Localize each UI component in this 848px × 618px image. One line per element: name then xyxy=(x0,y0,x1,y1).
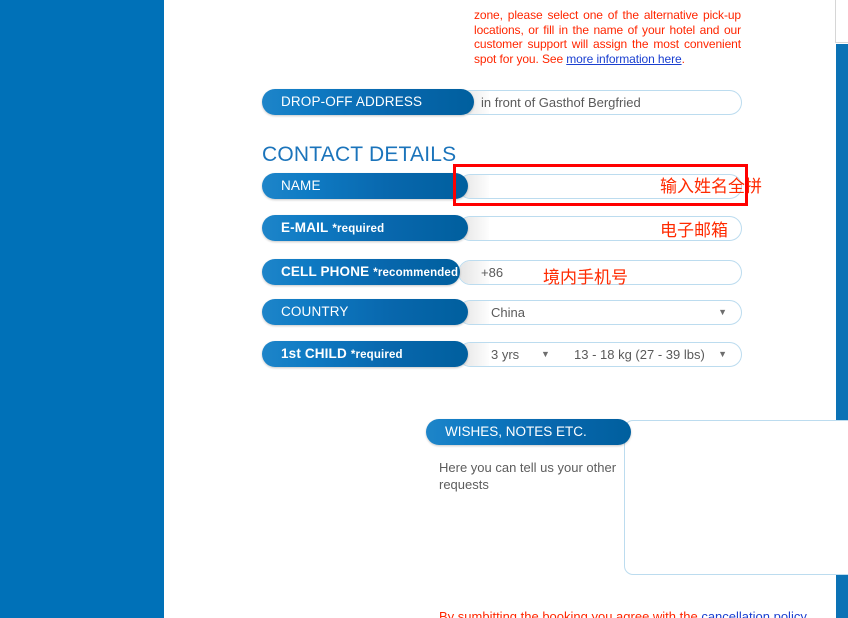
first-child-label: 1st CHILD *required xyxy=(262,341,468,367)
country-label-text: COUNTRY xyxy=(281,304,349,319)
cell-phone-annotation: 境内手机号 xyxy=(543,268,628,288)
country-select[interactable]: China ▼ xyxy=(458,300,742,325)
country-row: China ▼ COUNTRY xyxy=(262,299,742,327)
first-child-row: 3 yrs ▼ 13 - 18 kg (27 - 39 lbs) ▼ 1st C… xyxy=(262,341,742,369)
more-information-link[interactable]: more information here xyxy=(566,52,681,66)
name-annotation: 输入姓名全拼 xyxy=(660,177,762,197)
cancellation-policy-link[interactable]: cancellation policy xyxy=(701,609,807,618)
dropoff-address-input[interactable]: in front of Gasthof Bergfried xyxy=(458,90,742,115)
wishes-notes-textarea[interactable] xyxy=(624,420,848,575)
email-label: E-MAIL *required xyxy=(262,215,468,241)
chevron-down-icon[interactable]: ▼ xyxy=(718,301,727,324)
contact-details-heading: CONTACT DETAILS xyxy=(262,143,456,167)
wishes-notes-label-text: WISHES, NOTES ETC. xyxy=(445,424,587,439)
cell-phone-label: CELL PHONE *recommended xyxy=(262,259,460,285)
first-child-fields: 3 yrs ▼ 13 - 18 kg (27 - 39 lbs) ▼ xyxy=(458,342,742,367)
first-child-required-tag: *required xyxy=(350,349,403,361)
email-label-text: E-MAIL xyxy=(281,220,329,235)
cell-phone-row: +86 CELL PHONE *recommended xyxy=(262,259,742,287)
country-value: China xyxy=(491,305,525,320)
wishes-notes-label: WISHES, NOTES ETC. xyxy=(426,419,631,445)
dropoff-address-value: in front of Gasthof Bergfried xyxy=(481,95,641,110)
top-right-window-corner xyxy=(835,0,848,43)
first-child-label-text: 1st CHILD xyxy=(281,346,347,361)
left-page-margin-panel xyxy=(0,0,164,618)
first-child-weight-value[interactable]: 13 - 18 kg (27 - 39 lbs) xyxy=(574,343,705,366)
cancellation-policy-line: By sumbitting the booking you agree with… xyxy=(439,609,807,618)
footer-text: By sumbitting the booking you agree with… xyxy=(439,609,702,618)
dropoff-address-label-text: DROP-OFF ADDRESS xyxy=(281,94,423,109)
cell-phone-value: +86 xyxy=(481,265,504,280)
chevron-down-icon-age[interactable]: ▼ xyxy=(541,343,550,366)
cell-phone-label-text: CELL PHONE xyxy=(281,264,370,279)
wishes-notes-help-text: Here you can tell us your other requests xyxy=(439,460,617,492)
email-required-tag: *required xyxy=(332,223,385,235)
pickup-zone-notice: zone, please select one of the alternati… xyxy=(474,8,741,66)
contact-details-heading-text: CONTACT DETAILS xyxy=(262,143,457,166)
name-label: NAME xyxy=(262,173,468,199)
booking-form-content: zone, please select one of the alternati… xyxy=(164,0,848,618)
email-annotation: 电子邮箱 xyxy=(660,221,728,241)
dropoff-address-row: in front of Gasthof Bergfried DROP-OFF A… xyxy=(262,89,742,117)
first-child-age-value[interactable]: 3 yrs xyxy=(491,343,519,366)
country-label: COUNTRY xyxy=(262,299,468,325)
chevron-down-icon-weight[interactable]: ▼ xyxy=(718,343,727,366)
dropoff-address-label: DROP-OFF ADDRESS xyxy=(262,89,474,115)
name-label-text: NAME xyxy=(281,178,321,193)
cell-phone-required-tag: *recommended xyxy=(373,267,459,279)
notice-text-tail: . xyxy=(681,51,685,66)
